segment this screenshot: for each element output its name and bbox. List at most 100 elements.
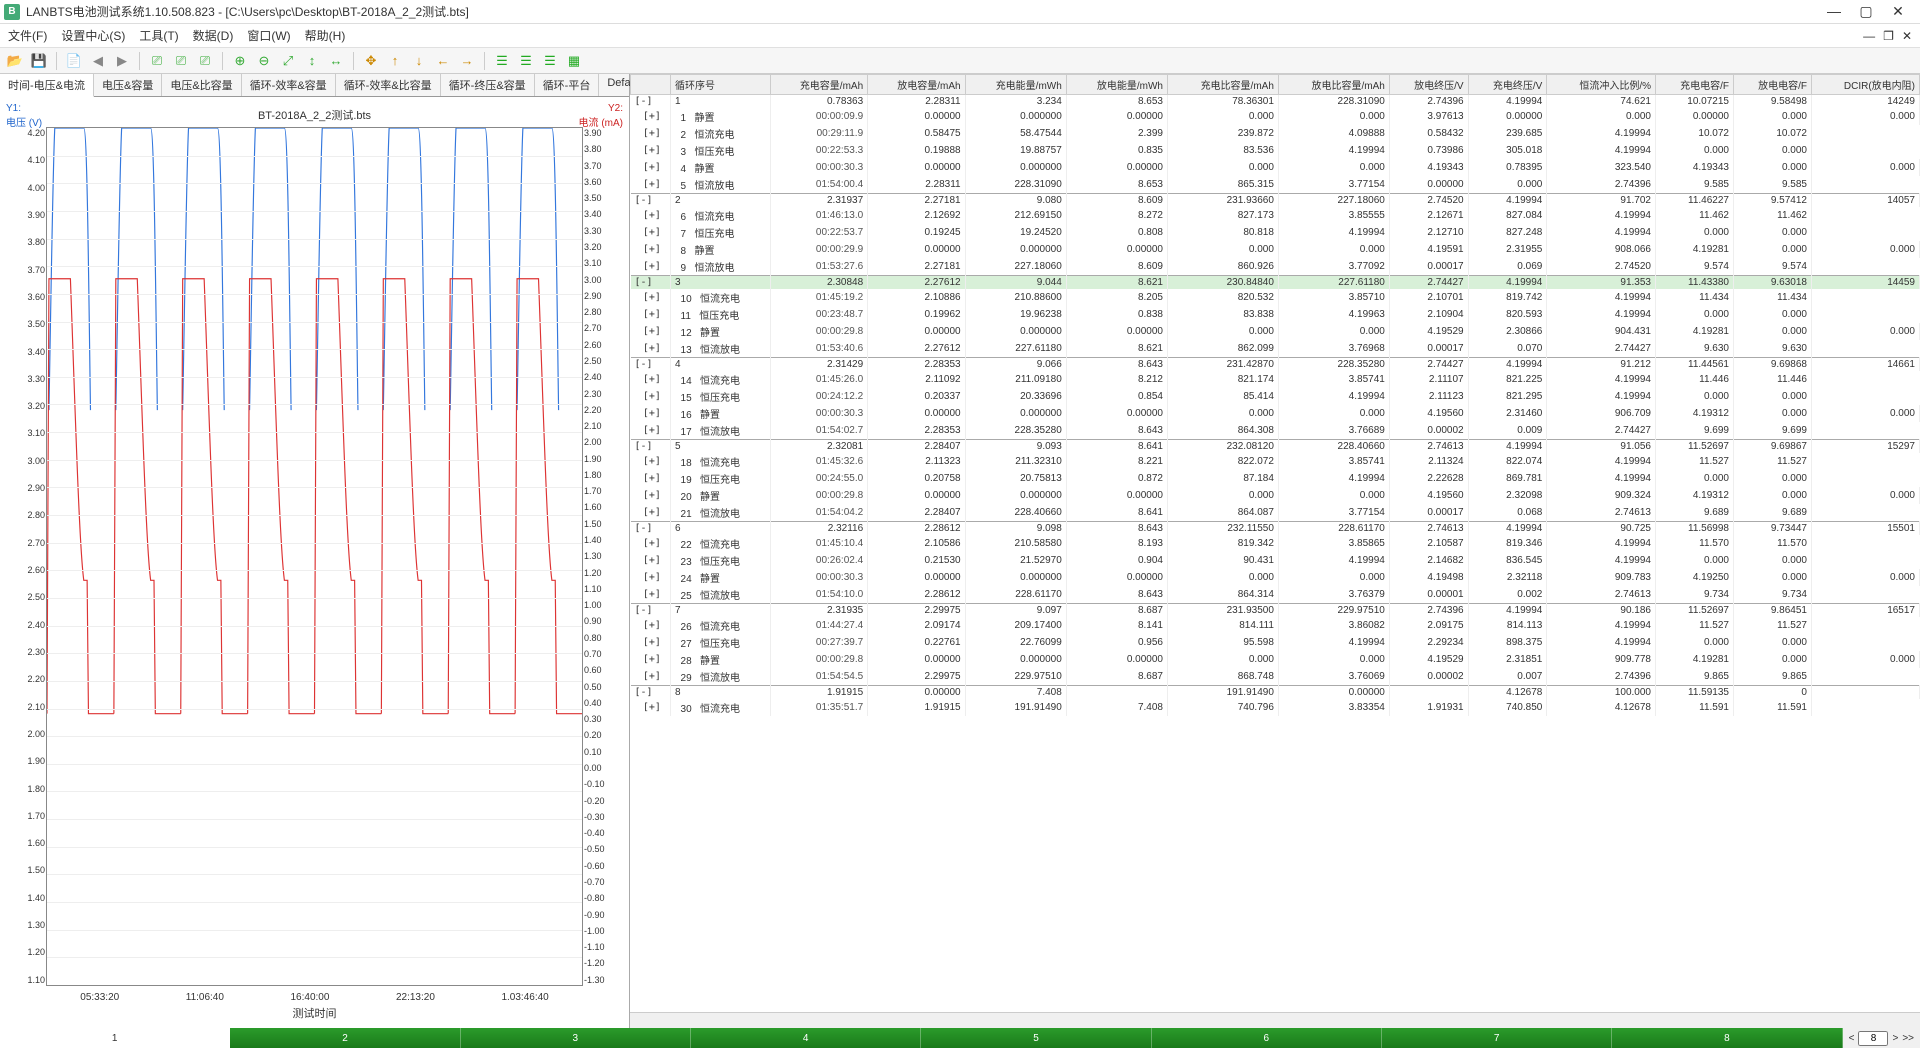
step-row[interactable]: [+] 9 恒流放电01:53:27.62.27181227.180608.60… (631, 258, 1920, 276)
step-row[interactable]: [+] 28 静置00:00:29.80.000000.0000000.0000… (631, 651, 1920, 668)
grid-pan-icon[interactable]: ✥ (360, 50, 382, 72)
zoom-out-icon[interactable]: ⊖ (253, 50, 275, 72)
cycle-row[interactable]: [-]72.319352.299759.0978.687231.93500229… (631, 604, 1920, 618)
step-row[interactable]: [+] 12 静置00:00:29.80.000000.0000000.0000… (631, 323, 1920, 340)
expand-icon[interactable]: [+] (643, 555, 655, 566)
open-icon[interactable]: 📂 (4, 50, 26, 72)
minimize-button[interactable]: — (1824, 3, 1844, 20)
expand-icon[interactable]: [+] (643, 111, 655, 122)
step-row[interactable]: [+] 1 静置00:00:09.90.000000.0000000.00000… (631, 108, 1920, 125)
expand-icon[interactable]: [-] (635, 687, 647, 698)
expand-icon[interactable]: [+] (643, 425, 655, 436)
channel-3[interactable]: 3 (461, 1028, 691, 1048)
channel-4[interactable]: 4 (691, 1028, 921, 1048)
expand-icon[interactable]: [+] (643, 128, 655, 139)
close-button[interactable]: ✕ (1888, 3, 1908, 20)
prev-icon[interactable]: ◀ (87, 50, 109, 72)
nav-prev[interactable]: < (1849, 1033, 1855, 1044)
expand-icon[interactable]: [+] (643, 374, 655, 385)
nav-next[interactable]: > (1892, 1033, 1898, 1044)
cycle-row[interactable]: [-]22.319372.271819.0808.609231.93660227… (631, 194, 1920, 208)
expand-icon[interactable]: [-] (635, 96, 647, 107)
view-list1-icon[interactable]: ☰ (491, 50, 513, 72)
step-row[interactable]: [+] 17 恒流放电01:54:02.72.28353228.352808.6… (631, 422, 1920, 440)
col-header[interactable]: 充电能量/mWh (965, 75, 1066, 95)
grid-left-icon[interactable]: ← (432, 50, 454, 72)
expand-icon[interactable]: [+] (643, 244, 655, 255)
tab-0[interactable]: 时间-电压&电流 (0, 74, 94, 97)
channel-8[interactable]: 8 (1612, 1028, 1842, 1048)
step-row[interactable]: [+] 25 恒流放电01:54:10.02.28612228.611708.6… (631, 586, 1920, 604)
expand-icon[interactable]: [+] (643, 326, 655, 337)
expand-icon[interactable]: [+] (643, 637, 655, 648)
zoom-fit-icon[interactable]: ⤢ (277, 50, 299, 72)
step-row[interactable]: [+] 8 静置00:00:29.90.000000.0000000.00000… (631, 241, 1920, 258)
step-row[interactable]: [+] 16 静置00:00:30.30.000000.0000000.0000… (631, 405, 1920, 422)
toggle1-icon[interactable]: ⎚ (146, 50, 168, 72)
toggle2-icon[interactable]: ⎚ (170, 50, 192, 72)
step-row[interactable]: [+] 2 恒流充电00:29:11.90.5847558.475442.399… (631, 125, 1920, 142)
expand-icon[interactable]: [+] (643, 261, 655, 272)
tab-4[interactable]: 循环-效率&比容量 (336, 74, 441, 96)
step-row[interactable]: [+] 13 恒流放电01:53:40.62.27612227.611808.6… (631, 340, 1920, 358)
expand-icon[interactable]: [+] (643, 343, 655, 354)
step-row[interactable]: [+] 15 恒压充电00:24:12.20.2033720.336960.85… (631, 388, 1920, 405)
expand-icon[interactable]: [+] (643, 620, 655, 631)
expand-icon[interactable]: [-] (635, 441, 647, 452)
view-list2-icon[interactable]: ☰ (515, 50, 537, 72)
step-row[interactable]: [+] 22 恒流充电01:45:10.42.10586210.585808.1… (631, 535, 1920, 552)
cycle-row[interactable]: [-]32.308482.276129.0448.621230.84840227… (631, 276, 1920, 290)
expand-icon[interactable]: [-] (635, 523, 647, 534)
menu-file[interactable]: 文件(F) (8, 27, 47, 44)
expand-icon[interactable]: [+] (643, 702, 655, 713)
tab-5[interactable]: 循环-终压&容量 (441, 74, 535, 96)
step-row[interactable]: [+] 24 静置00:00:30.30.000000.0000000.0000… (631, 569, 1920, 586)
expand-icon[interactable]: [+] (643, 408, 655, 419)
cycle-row[interactable]: [-]81.919150.000007.408191.914900.000004… (631, 686, 1920, 700)
zoom-y-icon[interactable]: ↕ (301, 50, 323, 72)
expand-icon[interactable]: [+] (643, 507, 655, 518)
channel-6[interactable]: 6 (1152, 1028, 1382, 1048)
expand-icon[interactable]: [-] (635, 605, 647, 616)
grid-right-icon[interactable]: → (456, 50, 478, 72)
grid-up-icon[interactable]: ↑ (384, 50, 406, 72)
expand-icon[interactable]: [+] (643, 292, 655, 303)
expand-icon[interactable]: [+] (643, 179, 655, 190)
step-row[interactable]: [+] 30 恒流充电01:35:51.71.91915191.914907.4… (631, 699, 1920, 716)
cycle-row[interactable]: [-]62.321162.286129.0988.643232.11550228… (631, 522, 1920, 536)
expand-icon[interactable]: [+] (643, 210, 655, 221)
step-row[interactable]: [+] 21 恒流放电01:54:04.22.28407228.406608.6… (631, 504, 1920, 522)
zoom-in-icon[interactable]: ⊕ (229, 50, 251, 72)
mdi-minimize[interactable]: — (1863, 29, 1875, 43)
step-row[interactable]: [+] 4 静置00:00:30.30.000000.0000000.00000… (631, 159, 1920, 176)
save-icon[interactable]: 💾 (28, 50, 50, 72)
step-row[interactable]: [+] 5 恒流放电01:54:00.42.28311228.310908.65… (631, 176, 1920, 194)
step-row[interactable]: [+] 10 恒流充电01:45:19.22.10886210.886008.2… (631, 289, 1920, 306)
tab-2[interactable]: 电压&比容量 (162, 74, 241, 96)
step-row[interactable]: [+] 27 恒压充电00:27:39.70.2276122.760990.95… (631, 634, 1920, 651)
channel-2[interactable]: 2 (230, 1028, 460, 1048)
view-grid-icon[interactable]: ▦ (563, 50, 585, 72)
cycle-row[interactable]: [-]42.314292.283539.0668.643231.42870228… (631, 358, 1920, 372)
step-row[interactable]: [+] 18 恒流充电01:45:32.62.11323211.323108.2… (631, 453, 1920, 470)
channel-5[interactable]: 5 (921, 1028, 1151, 1048)
col-header[interactable]: 充电容量/mAh (770, 75, 867, 95)
grid-down-icon[interactable]: ↓ (408, 50, 430, 72)
nav-last[interactable]: >> (1902, 1033, 1914, 1044)
expand-icon[interactable]: [+] (643, 589, 655, 600)
step-row[interactable]: [+] 20 静置00:00:29.80.000000.0000000.0000… (631, 487, 1920, 504)
zoom-x-icon[interactable]: ↔ (325, 50, 347, 72)
col-header[interactable]: DCIR(放电内阻) (1811, 75, 1919, 95)
menu-window[interactable]: 窗口(W) (247, 27, 290, 44)
expand-icon[interactable]: [+] (643, 538, 655, 549)
expand-icon[interactable]: [-] (635, 277, 647, 288)
toggle3-icon[interactable]: ⎚ (194, 50, 216, 72)
chart-plot[interactable]: 4.204.104.003.903.803.703.603.503.403.30… (46, 127, 583, 986)
step-row[interactable]: [+] 14 恒流充电01:45:26.02.11092211.091808.2… (631, 371, 1920, 388)
expand-icon[interactable]: [+] (643, 391, 655, 402)
step-row[interactable]: [+] 11 恒压充电00:23:48.70.1996219.962380.83… (631, 306, 1920, 323)
report-icon[interactable]: 📄 (63, 50, 85, 72)
col-header[interactable]: 放电终压/V (1389, 75, 1468, 95)
page-input[interactable] (1858, 1031, 1888, 1046)
data-table-scroll[interactable]: 循环序号充电容量/mAh放电容量/mAh充电能量/mWh放电能量/mWh充电比容… (630, 74, 1920, 1012)
